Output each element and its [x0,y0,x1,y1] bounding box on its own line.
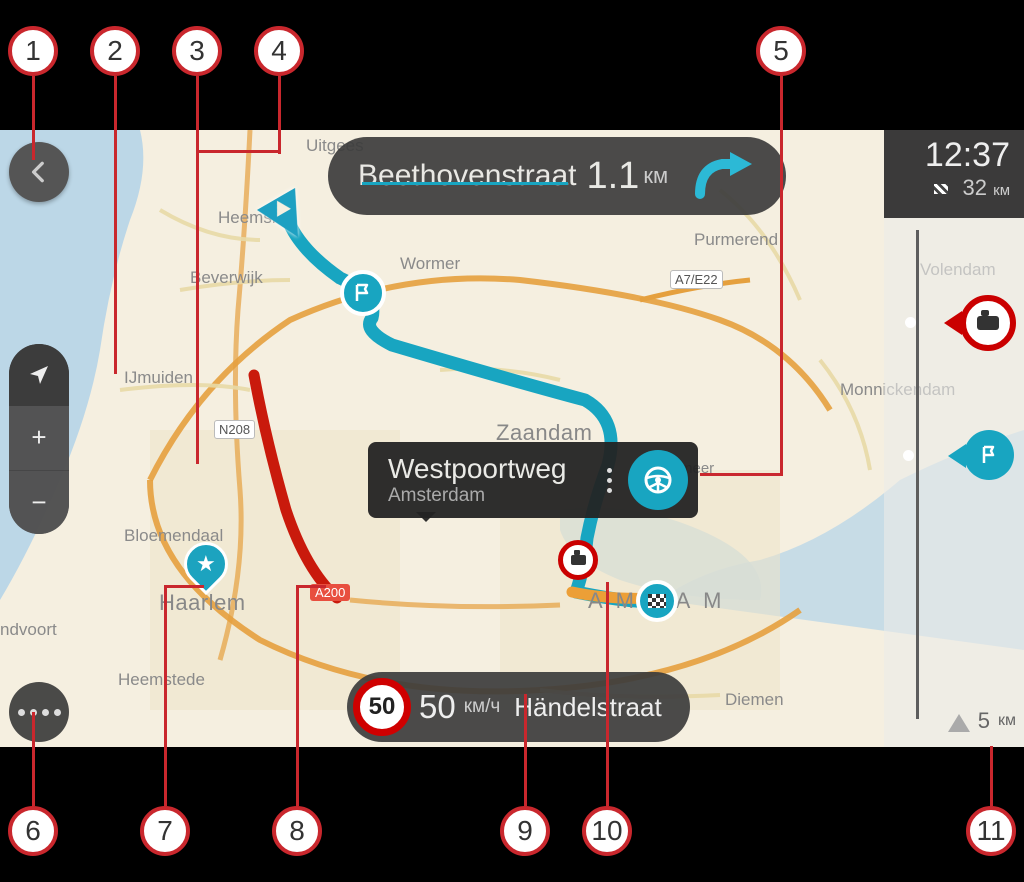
callout-4: 4 [254,26,304,76]
north-arrow-icon [948,703,970,732]
route-bar-waypoint[interactable] [964,430,1014,480]
road-shield-a7e22: A7/E22 [670,270,723,289]
callout-6: 6 [8,806,58,856]
zoom-out-button[interactable]: − [9,471,69,535]
city-wormer: Wormer [400,254,460,274]
remaining-distance: 32 [963,175,987,200]
star-icon: ★ [196,551,216,577]
main-menu-button[interactable] [9,682,69,742]
selected-location-title: Westpoortweg [388,453,566,485]
callout-9: 9 [500,806,550,856]
callout-11: 11 [966,806,1016,856]
route-bar[interactable]: 12:37 32 км 5км [884,130,1024,747]
callout-5: 5 [756,26,806,76]
flag-icon [979,445,999,465]
dots-icon [18,709,61,716]
checkered-flag-icon [648,594,666,608]
callout-8: 8 [272,806,322,856]
back-button[interactable] [9,142,69,202]
remaining-distance-unit: км [993,182,1010,199]
next-street-label: Beethovenstraat [358,159,576,193]
next-distance-value: 1.1 [586,155,639,198]
checkered-flag-icon [934,184,948,194]
callout-3: 3 [172,26,222,76]
route-bar-scale: 5км [948,703,1016,738]
current-speed-value: 50 [419,688,456,726]
route-bar-camera[interactable] [960,295,1016,351]
map-canvas[interactable]: Uitgees Heemsk Beverwijk IJmuiden Bloeme… [0,130,1024,747]
city-purmerend: Purmerend [694,230,778,250]
location-more-button[interactable] [607,468,628,493]
next-distance-unit: км [643,163,668,189]
plus-icon: + [31,422,46,453]
camera-icon [977,316,999,330]
city-beverwijk: Beverwijk [190,268,263,288]
road-shield-n208: N208 [214,420,255,439]
steering-wheel-icon [642,464,674,496]
route-start-marker[interactable] [340,270,386,316]
drive-here-button[interactable] [628,450,688,510]
speed-limit-sign: 50 [353,678,411,736]
camera-icon [571,555,586,565]
flag-icon [353,283,373,303]
callout-2: 2 [90,26,140,76]
callout-7: 7 [140,806,190,856]
arrival-info-panel[interactable]: 12:37 32 км [884,130,1024,218]
city-zandvoort: ndvoort [0,620,57,640]
city-heemstede: Heemstede [118,670,205,690]
current-speed-unit: км/ч [464,696,501,718]
callout-1: 1 [8,26,58,76]
instruction-panel[interactable]: Beethovenstraat 1.1 км [328,137,786,215]
location-arrow-icon [27,363,51,387]
city-haarlem: Haarlem [159,590,246,616]
callout-10: 10 [582,806,632,856]
city-diemen: Diemen [725,690,784,710]
speed-panel[interactable]: 50 50 км/ч Händelstraat [347,672,690,742]
zoom-panel: + − [9,344,69,534]
destination-marker[interactable] [636,580,678,622]
current-street-label: Händelstraat [514,692,661,723]
selected-location-popup[interactable]: Westpoortweg Amsterdam [368,442,698,518]
chevron-left-icon [26,159,52,185]
minus-icon: − [31,487,46,518]
recenter-button[interactable] [9,344,69,406]
city-ijmuiden: IJmuiden [124,368,193,388]
route-bar-track [916,230,919,719]
arrival-time: 12:37 [898,136,1010,175]
selected-location-subtitle: Amsterdam [388,485,566,507]
turn-right-icon [692,150,756,202]
speed-camera-marker[interactable] [558,540,598,580]
zoom-in-button[interactable]: + [9,406,69,471]
